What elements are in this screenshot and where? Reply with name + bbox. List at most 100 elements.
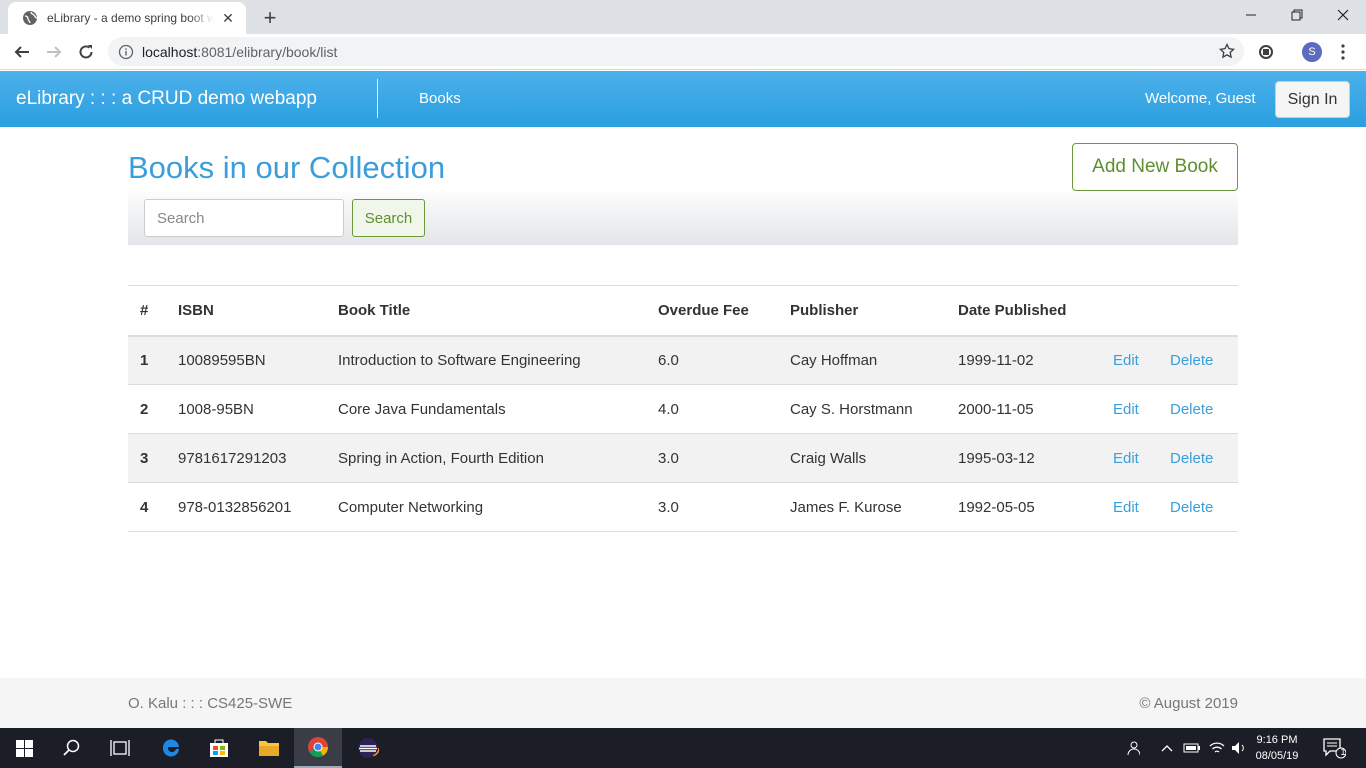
search-button[interactable]: Search xyxy=(352,199,425,237)
nav-divider xyxy=(377,79,378,118)
url-path: :8081/elibrary/book/list xyxy=(197,43,338,60)
row-fee: 3.0 xyxy=(658,482,790,532)
globe-icon xyxy=(22,10,38,26)
row-fee: 4.0 xyxy=(658,384,790,434)
books-table: # ISBN Book Title Overdue Fee Publisher … xyxy=(128,285,1238,532)
row-fee: 6.0 xyxy=(658,335,790,385)
tab-title: eLibrary - a demo spring boot webapp xyxy=(47,11,214,25)
search-input[interactable] xyxy=(144,199,344,237)
url-text: localhost:8081/elibrary/book/list xyxy=(142,44,337,60)
edge-browser-icon[interactable] xyxy=(147,728,195,768)
header-number: # xyxy=(128,285,178,337)
edit-link[interactable]: Edit xyxy=(1113,401,1139,418)
app-navbar: eLibrary : : : a CRUD demo webapp Books … xyxy=(0,71,1366,127)
reload-icon[interactable] xyxy=(72,38,100,66)
nav-books-link[interactable]: Books xyxy=(419,90,461,107)
row-publisher: Cay Hoffman xyxy=(790,335,958,385)
header-isbn: ISBN xyxy=(178,285,338,337)
header-date-published: Date Published xyxy=(958,285,1113,337)
row-publisher: Craig Walls xyxy=(790,433,958,483)
menu-dots-icon[interactable] xyxy=(1336,42,1350,62)
browser-toolbar: localhost:8081/elibrary/book/list S xyxy=(0,34,1366,70)
window-close-icon[interactable] xyxy=(1320,0,1366,30)
profile-avatar[interactable]: S xyxy=(1302,42,1322,62)
row-number: 4 xyxy=(128,482,178,532)
clock-time: 9:16 PM xyxy=(1256,734,1298,746)
chevron-up-icon[interactable] xyxy=(1158,728,1176,768)
add-new-book-button[interactable]: Add New Book xyxy=(1072,143,1238,191)
minimize-icon[interactable] xyxy=(1228,0,1274,30)
sign-in-button[interactable]: Sign In xyxy=(1275,81,1350,118)
chrome-icon[interactable] xyxy=(294,728,342,768)
people-icon[interactable] xyxy=(1120,728,1144,768)
bookmark-star-icon[interactable] xyxy=(1218,42,1236,60)
row-date: 1992-05-05 xyxy=(958,482,1113,532)
back-arrow-icon[interactable] xyxy=(8,38,36,66)
footer-copyright: © August 2019 xyxy=(1139,695,1238,712)
edit-link[interactable]: Edit xyxy=(1113,352,1139,369)
row-title: Core Java Fundamentals xyxy=(338,384,658,434)
eclipse-icon[interactable] xyxy=(344,728,392,768)
row-title: Spring in Action, Fourth Edition xyxy=(338,433,658,483)
page-footer: O. Kalu : : : CS425-SWE © August 2019 xyxy=(0,678,1366,728)
row-number: 1 xyxy=(128,335,178,385)
delete-link[interactable]: Delete xyxy=(1170,401,1213,418)
delete-link[interactable]: Delete xyxy=(1170,352,1213,369)
row-number: 2 xyxy=(128,384,178,434)
header-book-title: Book Title xyxy=(338,285,658,337)
table-row: 1 10089595BN Introduction to Software En… xyxy=(128,335,1238,385)
edit-link[interactable]: Edit xyxy=(1113,499,1139,516)
row-publisher: James F. Kurose xyxy=(790,482,958,532)
table-row: 4 978-0132856201 Computer Networking 3.0… xyxy=(128,482,1238,532)
notification-icon[interactable]: 1 xyxy=(1318,728,1350,768)
url-host: localhost xyxy=(142,43,198,60)
table-header-row: # ISBN Book Title Overdue Fee Publisher … xyxy=(128,285,1238,337)
edit-link[interactable]: Edit xyxy=(1113,450,1139,467)
row-isbn: 978-0132856201 xyxy=(178,482,338,532)
row-isbn: 9781617291203 xyxy=(178,433,338,483)
windows-taskbar: 9:16 PM 08/05/19 1 xyxy=(0,728,1366,768)
task-view-icon[interactable] xyxy=(96,728,144,768)
search-icon[interactable] xyxy=(48,728,96,768)
row-publisher: Cay S. Horstmann xyxy=(790,384,958,434)
close-tab-icon[interactable]: ✕ xyxy=(220,10,236,26)
welcome-text: Welcome, Guest xyxy=(1145,90,1256,107)
delete-link[interactable]: Delete xyxy=(1170,450,1213,467)
header-overdue-fee: Overdue Fee xyxy=(658,285,790,337)
sync-extension-icon[interactable] xyxy=(1256,42,1276,62)
row-isbn: 10089595BN xyxy=(178,335,338,385)
row-isbn: 1008-95BN xyxy=(178,384,338,434)
search-bar: Search xyxy=(128,192,1238,245)
footer-author: O. Kalu : : : CS425-SWE xyxy=(128,695,293,712)
row-title: Computer Networking xyxy=(338,482,658,532)
browser-tabstrip: eLibrary - a demo spring boot webapp ✕ + xyxy=(0,0,1366,34)
row-date: 2000-11-05 xyxy=(958,384,1113,434)
row-date: 1999-11-02 xyxy=(958,335,1113,385)
table-row: 3 9781617291203 Spring in Action, Fourth… xyxy=(128,433,1238,483)
notification-count: 1 xyxy=(1340,747,1346,757)
restore-icon[interactable] xyxy=(1274,0,1320,30)
page-title: Books in our Collection xyxy=(128,150,446,185)
windows-start-icon[interactable] xyxy=(0,728,48,768)
volume-icon[interactable] xyxy=(1229,728,1249,768)
table-row: 2 1008-95BN Core Java Fundamentals 4.0 C… xyxy=(128,384,1238,434)
brand-link[interactable]: eLibrary : : : a CRUD demo webapp xyxy=(16,88,317,110)
wifi-icon[interactable] xyxy=(1207,728,1227,768)
header-publisher: Publisher xyxy=(790,285,958,337)
clock-date: 08/05/19 xyxy=(1255,750,1299,762)
header-delete xyxy=(1170,285,1238,337)
new-tab-icon[interactable]: + xyxy=(258,6,282,30)
row-title: Introduction to Software Engineering xyxy=(338,335,658,385)
battery-icon[interactable] xyxy=(1182,728,1202,768)
address-bar[interactable]: localhost:8081/elibrary/book/list xyxy=(108,37,1244,66)
info-icon[interactable] xyxy=(118,44,134,60)
taskbar-clock[interactable]: 9:16 PM 08/05/19 xyxy=(1254,732,1300,764)
store-icon[interactable] xyxy=(195,728,243,768)
delete-link[interactable]: Delete xyxy=(1170,499,1213,516)
row-fee: 3.0 xyxy=(658,433,790,483)
browser-tab[interactable]: eLibrary - a demo spring boot webapp ✕ xyxy=(8,2,246,34)
forward-arrow-icon[interactable] xyxy=(40,38,68,66)
row-date: 1995-03-12 xyxy=(958,433,1113,483)
row-number: 3 xyxy=(128,433,178,483)
file-explorer-icon[interactable] xyxy=(245,728,293,768)
